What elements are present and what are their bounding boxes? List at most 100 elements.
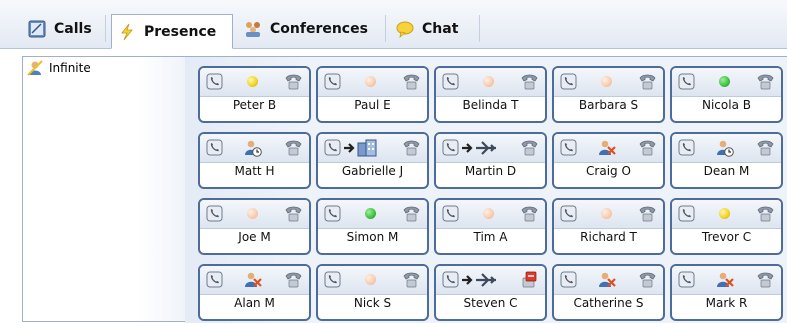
handset-icon[interactable] [284, 271, 303, 288]
contact-name: Steven C [463, 296, 518, 310]
contact-name: Nick S [353, 296, 392, 310]
user-busy-icon [716, 271, 734, 289]
contact-card-alan-m[interactable]: Alan M [198, 264, 311, 321]
handset-icon[interactable] [638, 271, 657, 288]
contact-name: Richard T [580, 230, 637, 244]
user-busy-icon [598, 139, 616, 157]
tab-conferences-label: Conferences [270, 20, 368, 37]
handset-icon[interactable] [284, 73, 303, 90]
tab-conferences[interactable]: Conferences [238, 15, 386, 42]
phone-icon[interactable] [206, 73, 223, 90]
phone-icon[interactable] [442, 73, 459, 90]
phone-icon[interactable] [442, 139, 459, 156]
phone-icon[interactable] [560, 271, 577, 288]
away-status-icon [244, 73, 262, 91]
handset-icon[interactable] [756, 139, 775, 156]
phone-icon[interactable] [678, 271, 695, 288]
contact-card-header [200, 200, 309, 229]
contact-card-header [672, 200, 781, 229]
user-busy-icon [598, 271, 616, 289]
chat-bubble-icon [396, 20, 414, 38]
contact-card-nicola-b[interactable]: Nicola B [670, 66, 783, 123]
user-group-icon [27, 60, 43, 76]
handset-icon[interactable] [284, 139, 303, 156]
phone-icon[interactable] [324, 73, 341, 90]
contact-card-joe-m[interactable]: Joe M [198, 198, 311, 255]
contact-grid: Peter B Paul E Belinda T Barbara S Nicol… [198, 66, 784, 322]
contact-name: Mark R [705, 296, 748, 310]
contact-card-gabrielle-j[interactable]: Gabrielle J [316, 132, 429, 189]
available-status-icon [362, 205, 380, 223]
contact-card-header [672, 134, 781, 163]
contact-card-simon-m[interactable]: Simon M [316, 198, 429, 255]
contact-name: Matt H [234, 164, 275, 178]
phone-icon[interactable] [560, 205, 577, 222]
tab-calls[interactable]: Calls [22, 15, 106, 42]
user-busy-icon [244, 271, 262, 289]
tab-presence-label: Presence [144, 23, 217, 40]
contact-name: Trevor C [701, 230, 752, 244]
tab-chat[interactable]: Chat [390, 15, 480, 42]
phone-icon[interactable] [206, 205, 223, 222]
contact-card-tim-a[interactable]: Tim A [434, 198, 547, 255]
contact-card-matt-h[interactable]: Matt H [198, 132, 311, 189]
handset-icon[interactable] [520, 139, 539, 156]
handset-icon[interactable] [284, 205, 303, 222]
phone-icon[interactable] [206, 139, 223, 156]
contact-card-header [436, 68, 545, 97]
handset-icon[interactable] [402, 139, 421, 156]
phone-icon[interactable] [324, 271, 341, 288]
contact-name: Gabrielle J [341, 164, 404, 178]
handset-icon[interactable] [638, 205, 657, 222]
contact-card-catherine-s[interactable]: Catherine S [552, 264, 665, 321]
phone-icon[interactable] [442, 271, 459, 288]
group-item-infinite[interactable]: Infinite [23, 57, 185, 79]
contact-card-craig-o[interactable]: Craig O [552, 132, 665, 189]
phone-icon[interactable] [206, 271, 223, 288]
contact-card-mark-r[interactable]: Mark R [670, 264, 783, 321]
contact-card-belinda-t[interactable]: Belinda T [434, 66, 547, 123]
contact-name: Simon M [346, 230, 399, 244]
phone-icon[interactable] [442, 205, 459, 222]
offline-status-icon [480, 205, 498, 223]
handset-icon[interactable] [638, 73, 657, 90]
offline-status-icon [362, 73, 380, 91]
contact-card-trevor-c[interactable]: Trevor C [670, 198, 783, 255]
contact-name: Martin D [464, 164, 517, 178]
handset-incoming-icon[interactable] [520, 271, 539, 288]
tab-presence[interactable]: Presence [111, 14, 233, 49]
handset-icon[interactable] [402, 271, 421, 288]
handset-icon[interactable] [520, 205, 539, 222]
contact-name: Joe M [238, 230, 271, 244]
handset-icon[interactable] [402, 73, 421, 90]
tab-bar: Calls Presence Conferences Chat [0, 0, 787, 49]
handset-icon[interactable] [756, 73, 775, 90]
phone-icon[interactable] [324, 205, 341, 222]
presence-panel: Peter B Paul E Belinda T Barbara S Nicol… [185, 56, 787, 323]
contact-name: Craig O [586, 164, 631, 178]
phone-icon[interactable] [678, 73, 695, 90]
contact-card-paul-e[interactable]: Paul E [316, 66, 429, 123]
phone-icon[interactable] [678, 139, 695, 156]
phone-icon[interactable] [324, 139, 341, 156]
handset-icon[interactable] [638, 139, 657, 156]
contact-card-peter-b[interactable]: Peter B [198, 66, 311, 123]
phone-icon[interactable] [560, 139, 577, 156]
phone-icon[interactable] [678, 205, 695, 222]
contact-card-nick-s[interactable]: Nick S [316, 264, 429, 321]
forward-airplane-icon [460, 139, 500, 157]
contact-card-steven-c[interactable]: Steven C [434, 264, 547, 321]
contact-card-martin-d[interactable]: Martin D [434, 132, 547, 189]
presence-lightning-icon [118, 23, 136, 41]
handset-icon[interactable] [520, 73, 539, 90]
handset-icon[interactable] [402, 205, 421, 222]
contact-card-header [554, 134, 663, 163]
handset-icon[interactable] [756, 205, 775, 222]
contact-card-barbara-s[interactable]: Barbara S [552, 66, 665, 123]
contact-card-header [200, 134, 309, 163]
offline-status-icon [480, 73, 498, 91]
contact-card-richard-t[interactable]: Richard T [552, 198, 665, 255]
phone-icon[interactable] [560, 73, 577, 90]
contact-card-dean-m[interactable]: Dean M [670, 132, 783, 189]
handset-icon[interactable] [756, 271, 775, 288]
